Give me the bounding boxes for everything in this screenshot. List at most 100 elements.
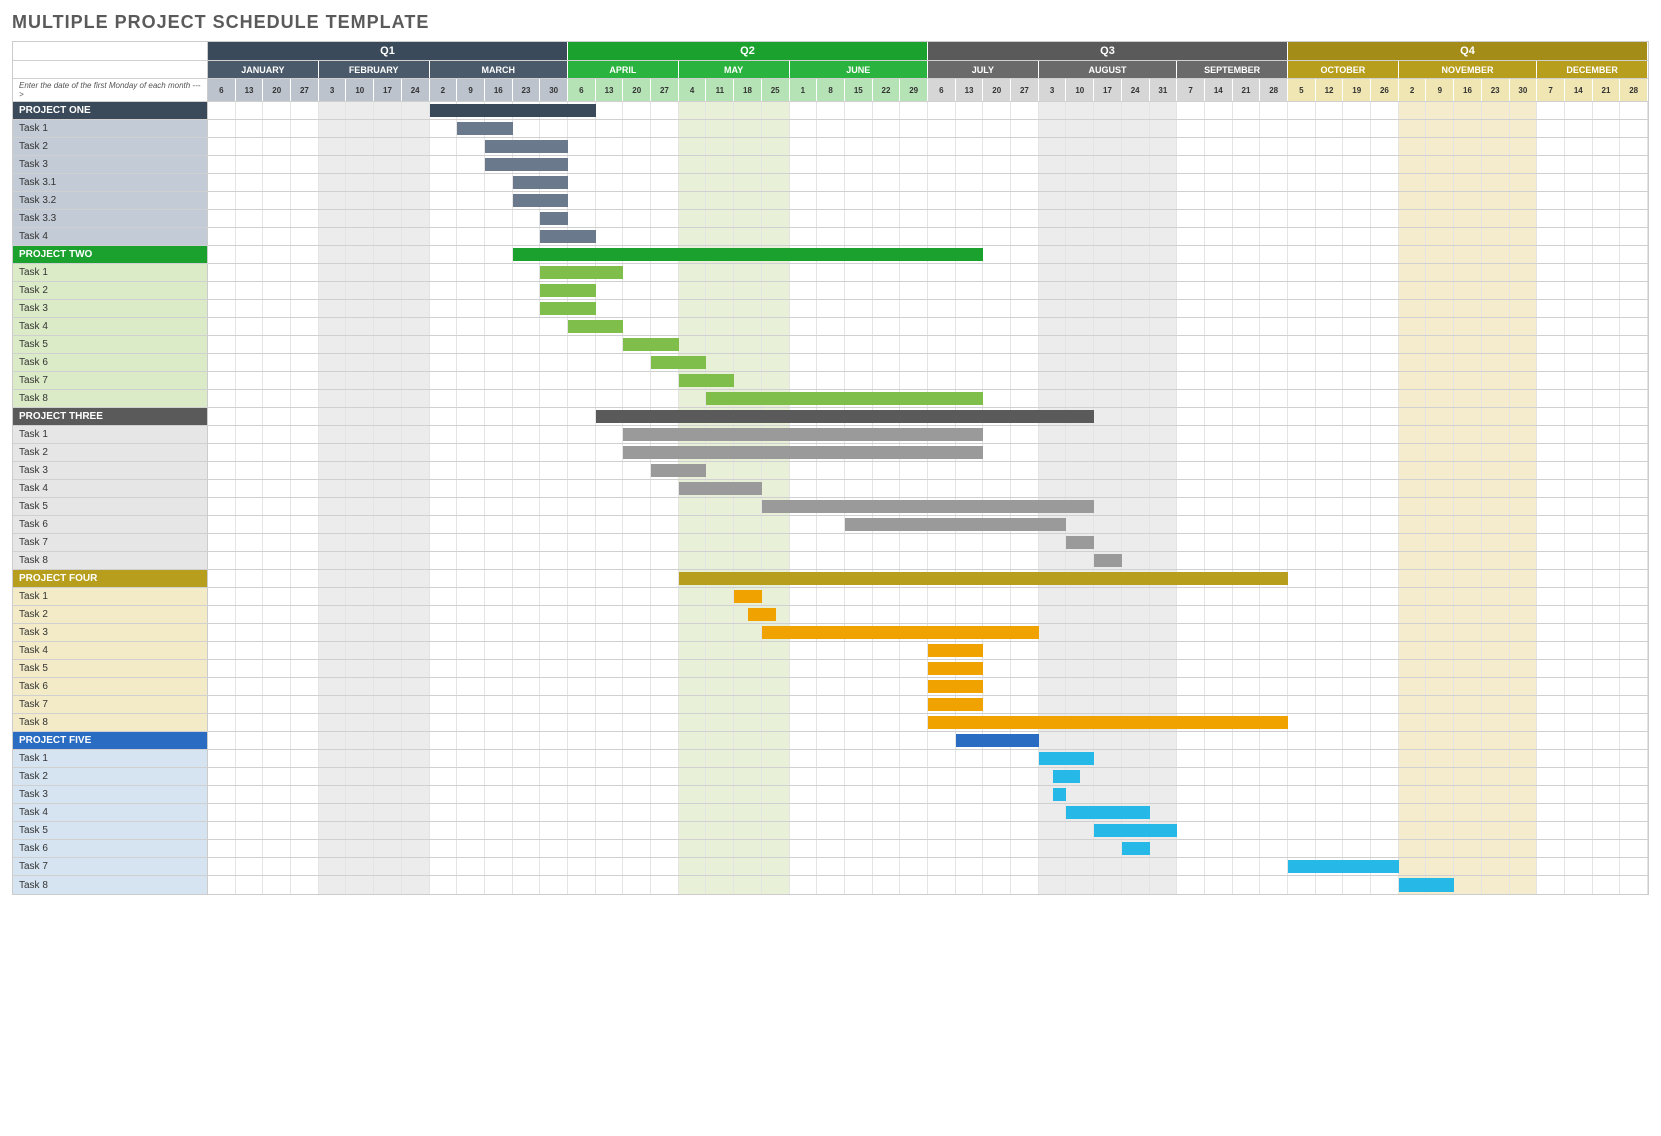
grid-cell[interactable] xyxy=(1620,210,1648,227)
grid-cell[interactable] xyxy=(1122,660,1150,677)
grid-cell[interactable] xyxy=(1593,534,1621,551)
grid-cell[interactable] xyxy=(430,444,458,461)
grid-cell[interactable] xyxy=(1620,444,1648,461)
grid-cell[interactable] xyxy=(1565,876,1593,894)
grid-cell[interactable] xyxy=(1510,462,1538,479)
grid-cell[interactable] xyxy=(1565,354,1593,371)
grid-cell[interactable] xyxy=(734,192,762,209)
grid-cell[interactable] xyxy=(1011,786,1039,803)
summary-bar[interactable] xyxy=(596,410,1094,423)
grid-cell[interactable] xyxy=(817,156,845,173)
grid-cell[interactable] xyxy=(983,786,1011,803)
grid-cell[interactable] xyxy=(1288,876,1316,894)
grid-cell[interactable] xyxy=(1399,732,1427,749)
grid-cell[interactable] xyxy=(430,624,458,641)
grid-cell[interactable] xyxy=(679,660,707,677)
grid-cell[interactable] xyxy=(402,678,430,695)
grid-cell[interactable] xyxy=(208,300,236,317)
grid-cell[interactable] xyxy=(430,156,458,173)
grid-cell[interactable] xyxy=(1399,714,1427,731)
grid-cell[interactable] xyxy=(1343,732,1371,749)
grid-cell[interactable] xyxy=(1426,426,1454,443)
grid-cell[interactable] xyxy=(402,462,430,479)
grid-cell[interactable] xyxy=(485,426,513,443)
grid-cell[interactable] xyxy=(845,372,873,389)
grid-cell[interactable] xyxy=(817,588,845,605)
grid-cell[interactable] xyxy=(1426,534,1454,551)
grid-cell[interactable] xyxy=(845,858,873,875)
grid-cell[interactable] xyxy=(1510,678,1538,695)
grid-cell[interactable] xyxy=(706,840,734,857)
grid-cell[interactable] xyxy=(346,876,374,894)
grid-cell[interactable] xyxy=(1150,624,1178,641)
grid-cell[interactable] xyxy=(374,858,402,875)
grid-cell[interactable] xyxy=(596,354,624,371)
grid-cell[interactable] xyxy=(1011,264,1039,281)
grid-cell[interactable] xyxy=(900,786,928,803)
grid-cell[interactable] xyxy=(1399,678,1427,695)
grid-cell[interactable] xyxy=(1177,732,1205,749)
grid-cell[interactable] xyxy=(1620,768,1648,785)
grid-cell[interactable] xyxy=(873,858,901,875)
grid-cell[interactable] xyxy=(1510,696,1538,713)
grid-cell[interactable] xyxy=(1620,786,1648,803)
grid-cell[interactable] xyxy=(291,660,319,677)
grid-cell[interactable] xyxy=(651,372,679,389)
grid-cell[interactable] xyxy=(430,822,458,839)
grid-cell[interactable] xyxy=(291,372,319,389)
grid-cell[interactable] xyxy=(346,516,374,533)
grid-cell[interactable] xyxy=(1482,354,1510,371)
grid-cell[interactable] xyxy=(346,390,374,407)
grid-cell[interactable] xyxy=(208,660,236,677)
grid-cell[interactable] xyxy=(540,786,568,803)
grid-cell[interactable] xyxy=(1205,552,1233,569)
grid-cell[interactable] xyxy=(900,102,928,119)
grid-cell[interactable] xyxy=(1122,588,1150,605)
grid-cell[interactable] xyxy=(817,174,845,191)
grid-cell[interactable] xyxy=(928,102,956,119)
grid-cell[interactable] xyxy=(457,876,485,894)
grid-cell[interactable] xyxy=(983,750,1011,767)
grid-cell[interactable] xyxy=(1482,660,1510,677)
grid-cell[interactable] xyxy=(706,606,734,623)
grid-cell[interactable] xyxy=(1620,390,1648,407)
grid-cell[interactable] xyxy=(1482,300,1510,317)
grid-cell[interactable] xyxy=(1039,624,1067,641)
grid-cell[interactable] xyxy=(263,228,291,245)
grid-cell[interactable] xyxy=(1343,318,1371,335)
grid-cell[interactable] xyxy=(1399,336,1427,353)
grid-cell[interactable] xyxy=(651,282,679,299)
grid-cell[interactable] xyxy=(623,354,651,371)
grid-cell[interactable] xyxy=(1343,300,1371,317)
grid-cell[interactable] xyxy=(1620,264,1648,281)
grid-cell[interactable] xyxy=(263,444,291,461)
grid-cell[interactable] xyxy=(485,390,513,407)
grid-cell[interactable] xyxy=(485,696,513,713)
grid-cell[interactable] xyxy=(817,192,845,209)
grid-cell[interactable] xyxy=(374,714,402,731)
task-bar[interactable] xyxy=(1053,788,1067,801)
grid-cell[interactable] xyxy=(485,840,513,857)
grid-cell[interactable] xyxy=(1620,228,1648,245)
grid-cell[interactable] xyxy=(1288,318,1316,335)
grid-cell[interactable] xyxy=(1510,246,1538,263)
grid-cell[interactable] xyxy=(457,426,485,443)
grid-cell[interactable] xyxy=(596,678,624,695)
grid-cell[interactable] xyxy=(1205,264,1233,281)
grid-cell[interactable] xyxy=(319,318,347,335)
grid-cell[interactable] xyxy=(1288,588,1316,605)
grid-cell[interactable] xyxy=(1233,822,1261,839)
grid-cell[interactable] xyxy=(1426,840,1454,857)
grid-cell[interactable] xyxy=(845,336,873,353)
summary-bar[interactable] xyxy=(430,104,596,117)
grid-cell[interactable] xyxy=(679,588,707,605)
grid-cell[interactable] xyxy=(319,138,347,155)
grid-cell[interactable] xyxy=(1454,858,1482,875)
grid-cell[interactable] xyxy=(679,318,707,335)
grid-cell[interactable] xyxy=(1233,606,1261,623)
grid-cell[interactable] xyxy=(1537,408,1565,425)
grid-cell[interactable] xyxy=(845,786,873,803)
grid-cell[interactable] xyxy=(457,354,485,371)
grid-cell[interactable] xyxy=(1565,120,1593,137)
grid-cell[interactable] xyxy=(457,444,485,461)
